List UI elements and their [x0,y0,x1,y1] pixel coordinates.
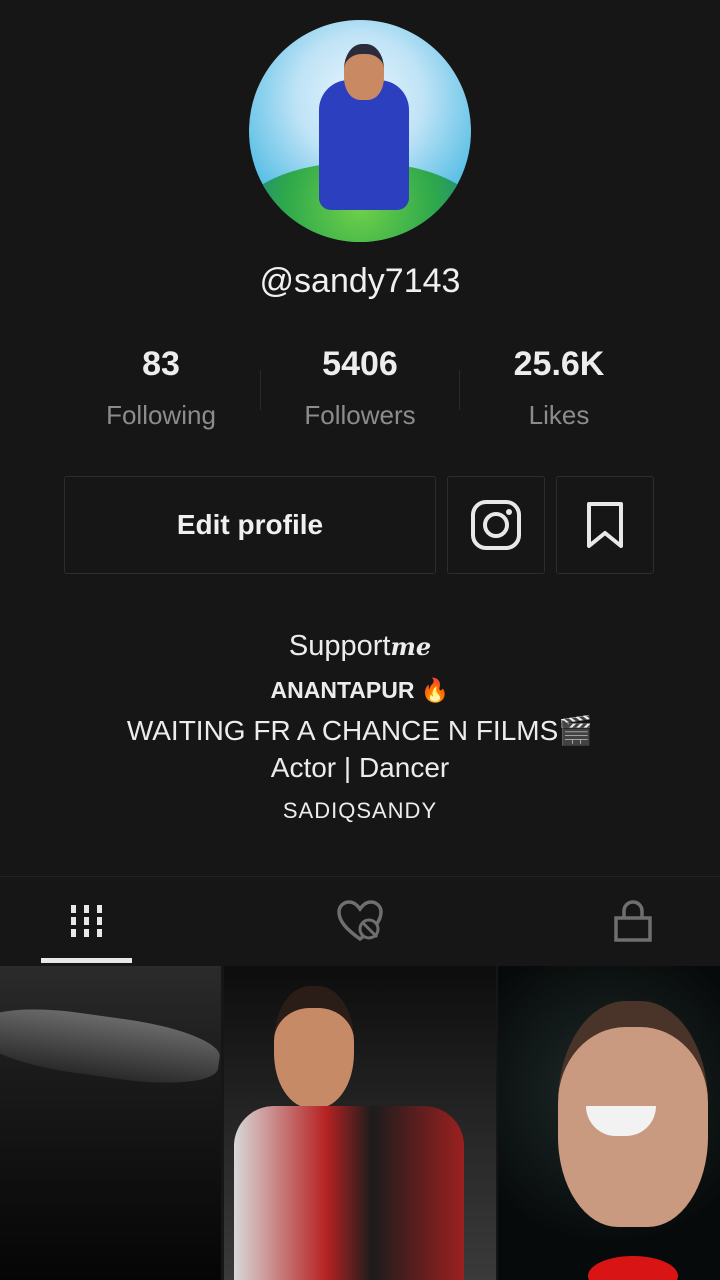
favorites-button[interactable] [556,476,654,574]
tab-liked[interactable] [315,877,405,965]
edit-profile-button[interactable]: Edit profile [64,476,436,574]
avatar-person-head [344,44,384,100]
video-thumbnail[interactable] [224,966,496,1280]
bio-support-text: Support [288,630,391,662]
profile-avatar[interactable] [249,20,471,242]
stat-followers[interactable]: 5406 Followers [260,345,460,431]
following-count: 83 [142,345,180,383]
grid-icon [70,905,102,937]
active-tab-indicator [41,958,132,963]
bio-line-tagline: WAITING FR A CHANCE N FILMS🎬 [126,715,594,746]
bio-line-location: ANANTAPUR 🔥 [270,677,450,703]
bio-line-support: Supportme [0,630,720,663]
followers-count: 5406 [322,345,398,383]
instagram-icon [471,500,521,550]
video-thumbnail[interactable] [498,966,720,1280]
bookmark-icon [587,502,623,548]
likes-label: Likes [528,400,590,430]
followers-label: Followers [304,400,416,430]
video-thumbnail[interactable] [0,966,221,1280]
thumbnail-person-head [274,986,354,1108]
lock-icon [614,900,652,942]
tab-private[interactable] [590,877,676,965]
liked-hidden-icon [337,900,383,942]
bio-line-role: Actor | Dancer [270,752,450,783]
bio-line-name: SADIQSANDY [282,798,438,823]
following-label: Following [106,400,216,430]
tab-videos[interactable] [41,877,132,965]
username: @sandy7143 [259,262,461,300]
likes-count: 25.6K [513,345,605,383]
instagram-button[interactable] [447,476,545,574]
thumbnail-person-body [234,1106,464,1280]
stat-following[interactable]: 83 Following [61,345,261,431]
thumbnail-object [0,999,221,1093]
thumbnail-red-object [588,1256,678,1280]
bio-support-suffix: me [390,632,432,661]
profile-tab-bar [0,876,720,965]
stat-likes[interactable]: 25.6K Likes [459,345,659,431]
